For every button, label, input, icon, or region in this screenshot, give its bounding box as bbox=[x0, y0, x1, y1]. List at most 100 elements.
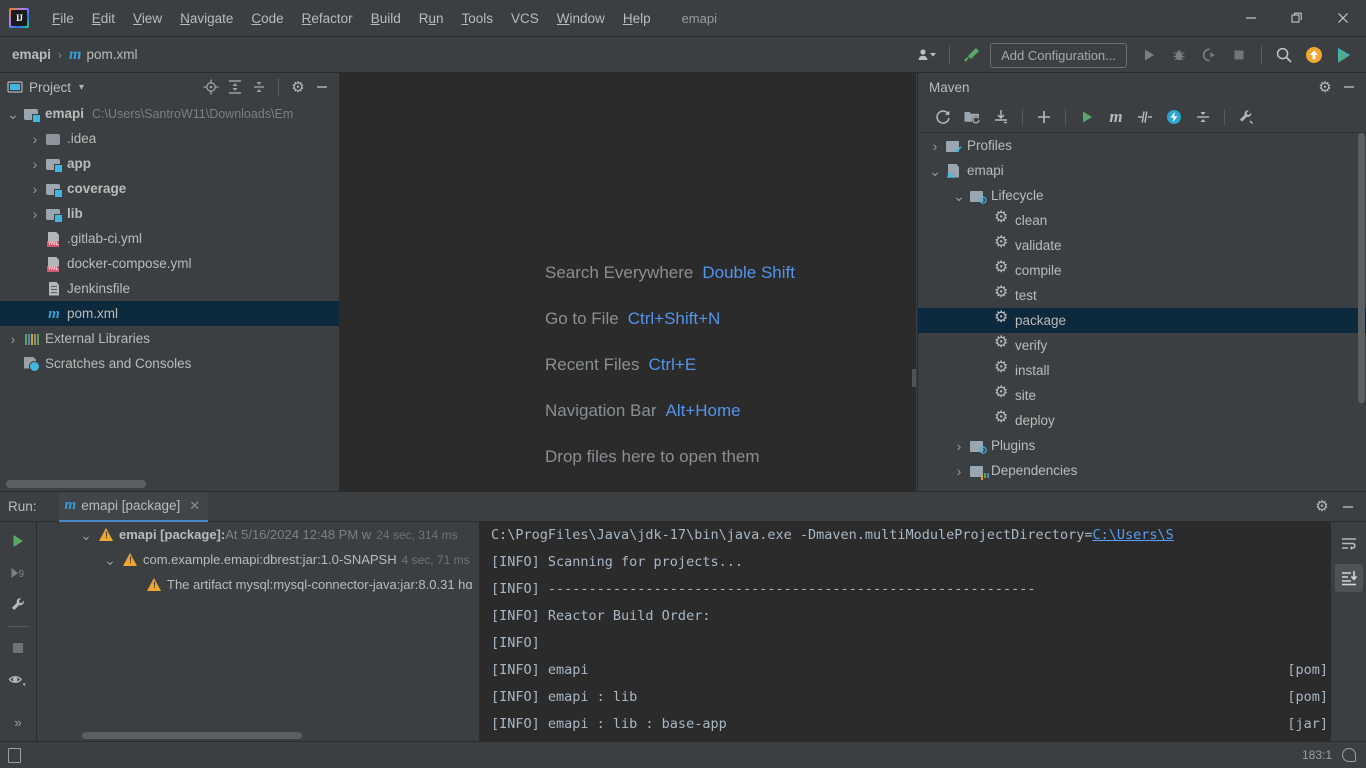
chevron-right-icon[interactable]: › bbox=[6, 331, 20, 347]
menu-tools[interactable]: Tools bbox=[453, 8, 503, 29]
project-tree-row[interactable]: › External Libraries bbox=[0, 326, 339, 351]
update-available-icon[interactable] bbox=[1300, 42, 1328, 68]
chevron-right-icon[interactable]: › bbox=[952, 438, 966, 454]
project-tree-row[interactable]: m pom.xml bbox=[0, 301, 339, 326]
maven-tree-row[interactable]: compile bbox=[918, 258, 1366, 283]
execute-maven-goal-icon[interactable]: m bbox=[1103, 105, 1129, 129]
project-tree-row[interactable]: › .idea bbox=[0, 126, 339, 151]
hide-icon[interactable] bbox=[311, 76, 333, 98]
maven-tree-scrollbar[interactable] bbox=[1358, 133, 1365, 403]
project-tree-row[interactable]: › lib bbox=[0, 201, 339, 226]
maven-tree-row[interactable]: test bbox=[918, 283, 1366, 308]
run-tree-row[interactable]: ⌄ com.example.emapi:dbrest:jar:1.0-SNAPSH… bbox=[37, 547, 479, 572]
search-icon[interactable] bbox=[1270, 42, 1298, 68]
settings-wrench-icon[interactable] bbox=[5, 592, 31, 618]
stop-icon[interactable] bbox=[1225, 42, 1253, 68]
maven-tree-row[interactable]: validate bbox=[918, 233, 1366, 258]
project-tree-row[interactable]: Jenkinsfile bbox=[0, 276, 339, 301]
ide-feature-trainer-icon[interactable] bbox=[1330, 42, 1358, 68]
run-tree-row[interactable]: ⌄ emapi [package]: At 5/16/2024 12:48 PM … bbox=[37, 522, 479, 547]
chevron-down-icon[interactable]: ⌄ bbox=[79, 528, 93, 542]
run-icon[interactable] bbox=[1074, 105, 1100, 129]
restore-button[interactable] bbox=[1274, 0, 1320, 36]
chevron-right-icon[interactable]: › bbox=[928, 138, 942, 154]
stop-icon[interactable] bbox=[5, 635, 31, 661]
chevron-down-icon[interactable]: ⌄ bbox=[952, 189, 966, 203]
toggle-skip-tests-icon[interactable] bbox=[1132, 105, 1158, 129]
breadcrumb-project[interactable]: emapi bbox=[12, 47, 51, 62]
chevron-right-icon[interactable]: › bbox=[28, 206, 42, 222]
menu-edit[interactable]: Edit bbox=[83, 8, 124, 29]
run-tree-horizontal-scrollbar[interactable] bbox=[82, 732, 302, 739]
hide-icon[interactable] bbox=[1338, 76, 1360, 98]
menu-vcs[interactable]: VCS bbox=[502, 8, 548, 29]
add-configuration-button[interactable]: Add Configuration... bbox=[990, 42, 1127, 68]
caret-position[interactable]: 183:1 bbox=[1302, 748, 1332, 762]
console-path-link[interactable]: C:\Users\S bbox=[1092, 527, 1173, 543]
maven-tree-row[interactable]: ⌄ emapi bbox=[918, 158, 1366, 183]
maven-tree-row[interactable]: › Plugins bbox=[918, 433, 1366, 458]
settings-gear-icon[interactable]: ⚙ bbox=[1311, 496, 1333, 518]
minimize-button[interactable] bbox=[1228, 0, 1274, 36]
project-tree[interactable]: ⌄ emapi C:\Users\SantroW11\Downloads\Em › .i… bbox=[0, 101, 339, 491]
project-view-dropdown-icon[interactable]: ▾ bbox=[79, 82, 84, 93]
menu-help[interactable]: Help bbox=[614, 8, 660, 29]
add-icon[interactable] bbox=[1031, 105, 1057, 129]
project-tree-row[interactable]: › app bbox=[0, 151, 339, 176]
maven-tree-row[interactable]: clean bbox=[918, 208, 1366, 233]
locate-icon[interactable] bbox=[200, 76, 222, 98]
project-tree-row[interactable]: .gitlab-ci.yml bbox=[0, 226, 339, 251]
maven-tree-row[interactable]: ⌄ Lifecycle bbox=[918, 183, 1366, 208]
rerun-failed-tests-icon[interactable]: 9 bbox=[5, 560, 31, 586]
menu-build[interactable]: Build bbox=[362, 8, 410, 29]
maven-tree-row[interactable]: package bbox=[918, 308, 1366, 333]
maven-tree-row[interactable]: install bbox=[918, 358, 1366, 383]
run-tree-row[interactable]: The artifact mysql:mysql-connector-java:… bbox=[37, 572, 479, 597]
project-tree-row[interactable]: docker-compose.yml bbox=[0, 251, 339, 276]
chevron-right-icon[interactable]: › bbox=[28, 181, 42, 197]
toggle-tool-window-icon[interactable] bbox=[8, 747, 21, 763]
reload-all-maven-projects-icon[interactable] bbox=[930, 105, 956, 129]
project-tree-horizontal-scrollbar[interactable] bbox=[6, 480, 146, 488]
chevron-right-icon[interactable]: › bbox=[952, 463, 966, 479]
maven-tree-row[interactable]: › Dependencies bbox=[918, 458, 1366, 483]
run-tab-emapi-package[interactable]: m emapi [package] ✕ bbox=[58, 491, 209, 522]
chevron-down-icon[interactable]: ⌄ bbox=[103, 553, 117, 567]
scroll-to-end-icon[interactable] bbox=[1334, 564, 1363, 592]
add-maven-project-icon[interactable] bbox=[959, 105, 985, 129]
maven-tree-row[interactable]: › Profiles bbox=[918, 133, 1366, 158]
download-sources-icon[interactable] bbox=[988, 105, 1014, 129]
build-hammer-icon[interactable] bbox=[958, 42, 986, 68]
run-console-output[interactable]: C:\ProgFiles\Java\jdk-17\bin\java.exe -D… bbox=[480, 522, 1366, 741]
close-button[interactable] bbox=[1320, 0, 1366, 36]
soft-wrap-icon[interactable] bbox=[1335, 530, 1363, 558]
chevron-right-icon[interactable]: › bbox=[28, 131, 42, 147]
menu-run[interactable]: Run bbox=[410, 8, 453, 29]
project-tree-row[interactable]: ⌄ emapi C:\Users\SantroW11\Downloads\Em bbox=[0, 101, 339, 126]
toggle-offline-mode-icon[interactable] bbox=[1161, 105, 1187, 129]
user-dropdown-icon[interactable] bbox=[913, 42, 941, 68]
run-results-tree[interactable]: ⌄emapi [package]: At 5/16/2024 12:48 PM … bbox=[37, 522, 480, 741]
maven-tree-row[interactable]: verify bbox=[918, 333, 1366, 358]
collapse-all-icon[interactable] bbox=[248, 76, 270, 98]
show-passed-icon[interactable] bbox=[5, 667, 31, 693]
maven-tree-row[interactable]: site bbox=[918, 383, 1366, 408]
chevron-down-icon[interactable]: ⌄ bbox=[928, 164, 942, 178]
debug-icon[interactable] bbox=[1165, 42, 1193, 68]
menu-view[interactable]: View bbox=[124, 8, 171, 29]
settings-gear-icon[interactable]: ⚙ bbox=[287, 76, 309, 98]
maven-settings-icon[interactable] bbox=[1233, 105, 1259, 129]
expand-more-icon[interactable]: » bbox=[5, 709, 31, 735]
menu-code[interactable]: Code bbox=[242, 8, 292, 29]
rerun-icon[interactable] bbox=[5, 528, 31, 554]
run-icon[interactable] bbox=[1135, 42, 1163, 68]
run-with-coverage-icon[interactable] bbox=[1195, 42, 1223, 68]
project-tree-row[interactable]: Scratches and Consoles bbox=[0, 351, 339, 376]
expand-all-icon[interactable] bbox=[224, 76, 246, 98]
project-tree-row[interactable]: › coverage bbox=[0, 176, 339, 201]
maven-tree[interactable]: ›Profiles⌄emapi⌄Lifecyclecleanvalidateco… bbox=[918, 133, 1366, 491]
collapse-all-icon[interactable] bbox=[1190, 105, 1216, 129]
notifications-icon[interactable] bbox=[1342, 748, 1356, 762]
settings-gear-icon[interactable]: ⚙ bbox=[1314, 76, 1336, 98]
menu-refactor[interactable]: Refactor bbox=[293, 8, 362, 29]
